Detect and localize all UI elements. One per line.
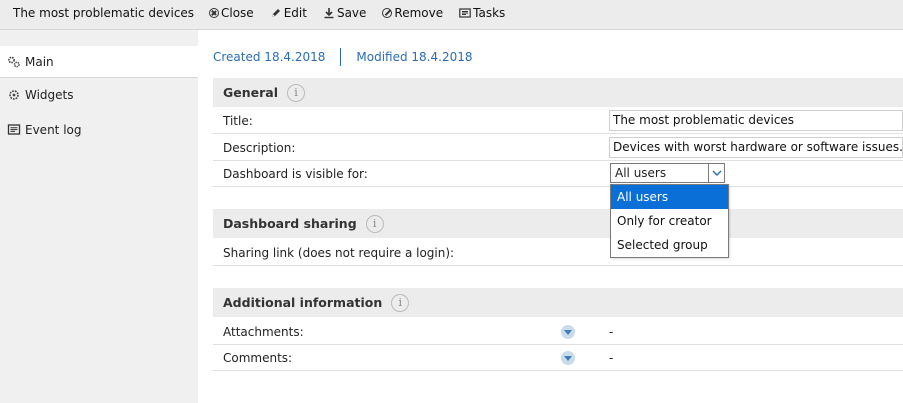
modified-date: Modified 18.4.2018 (356, 50, 473, 64)
attachments-row: Attachments: (213, 319, 903, 345)
comments-value: - (609, 351, 614, 365)
tasks-button[interactable]: Tasks (459, 6, 505, 20)
option-selected-group[interactable]: Selected group (611, 233, 728, 257)
expand-comments-icon[interactable] (561, 351, 575, 365)
section-additional-header: Additional information i (213, 288, 903, 317)
tasks-label: Tasks (473, 6, 506, 20)
sidebar-item-widgets[interactable]: Widgets (0, 79, 198, 111)
edit-label: Edit (283, 6, 307, 20)
section-title: Dashboard sharing (223, 216, 357, 231)
save-label: Save (336, 6, 367, 20)
comments-row: Comments: (213, 345, 903, 371)
remove-label: Remove (394, 6, 444, 20)
close-label: Close (221, 6, 254, 20)
description-label: Description: (223, 140, 296, 155)
window-title: The most problematic devices (13, 6, 195, 20)
info-icon[interactable]: i (365, 214, 384, 233)
remove-icon (382, 8, 393, 18)
title-field[interactable]: The most problematic devices (609, 110, 903, 131)
close-button[interactable]: Close (209, 6, 254, 20)
close-icon (209, 8, 219, 18)
remove-button[interactable]: Remove (382, 6, 443, 20)
option-all-users[interactable]: All users (611, 185, 728, 209)
visibility-label: Dashboard is visible for: (223, 166, 368, 181)
sidebar-item-label: Main (25, 54, 54, 69)
save-icon (323, 7, 335, 19)
description-field[interactable]: Devices with worst hardware or software … (609, 137, 903, 158)
visibility-select[interactable]: All users (610, 163, 725, 183)
section-general-header: General i (213, 78, 903, 107)
sharing-link-row: Sharing link (does not require a login): (213, 240, 903, 266)
log-icon (7, 123, 21, 137)
info-icon[interactable]: i (391, 293, 410, 312)
widgets-icon (7, 88, 21, 102)
sidebar-item-main[interactable]: Main (0, 46, 198, 78)
option-only-for-creator[interactable]: Only for creator (611, 209, 728, 233)
main-panel: Created 18.4.2018 Modified 18.4.2018 Gen… (198, 30, 903, 403)
chevron-down-icon[interactable] (708, 164, 724, 182)
visibility-selected-value: All users (615, 166, 667, 180)
save-button[interactable]: Save (323, 6, 366, 20)
title-toolbar-bar: The most problematic devices Close Edit … (0, 0, 903, 30)
info-icon[interactable]: i (287, 83, 305, 102)
sidebar: Main Widgets Event log (0, 30, 198, 403)
comments-label: Comments: (223, 350, 293, 365)
visibility-dropdown-list: All users Only for creator Selected grou… (610, 184, 729, 258)
section-title: Additional information (223, 295, 383, 310)
created-date: Created 18.4.2018 (213, 50, 326, 64)
visibility-row: Dashboard is visible for: (213, 161, 903, 187)
sidebar-item-label: Widgets (25, 88, 74, 102)
pencil-icon (270, 7, 282, 19)
gears-icon (7, 55, 21, 69)
expand-attachments-icon[interactable] (561, 325, 575, 339)
section-sharing-header: Dashboard sharing i (213, 209, 903, 238)
section-title: General (223, 85, 278, 100)
sidebar-item-event-log[interactable]: Event log (0, 114, 198, 146)
record-meta: Created 18.4.2018 Modified 18.4.2018 (213, 48, 472, 66)
attachments-value: - (609, 325, 614, 339)
tasks-icon (459, 7, 471, 19)
title-label: Title: (223, 113, 253, 128)
sidebar-item-label: Event log (25, 123, 82, 137)
toolbar: Close Edit Save Remove Tasks (209, 6, 521, 20)
sharing-link-label: Sharing link (does not require a login): (223, 245, 455, 260)
edit-button[interactable]: Edit (270, 6, 307, 20)
meta-divider (340, 48, 342, 66)
attachments-label: Attachments: (223, 324, 304, 339)
